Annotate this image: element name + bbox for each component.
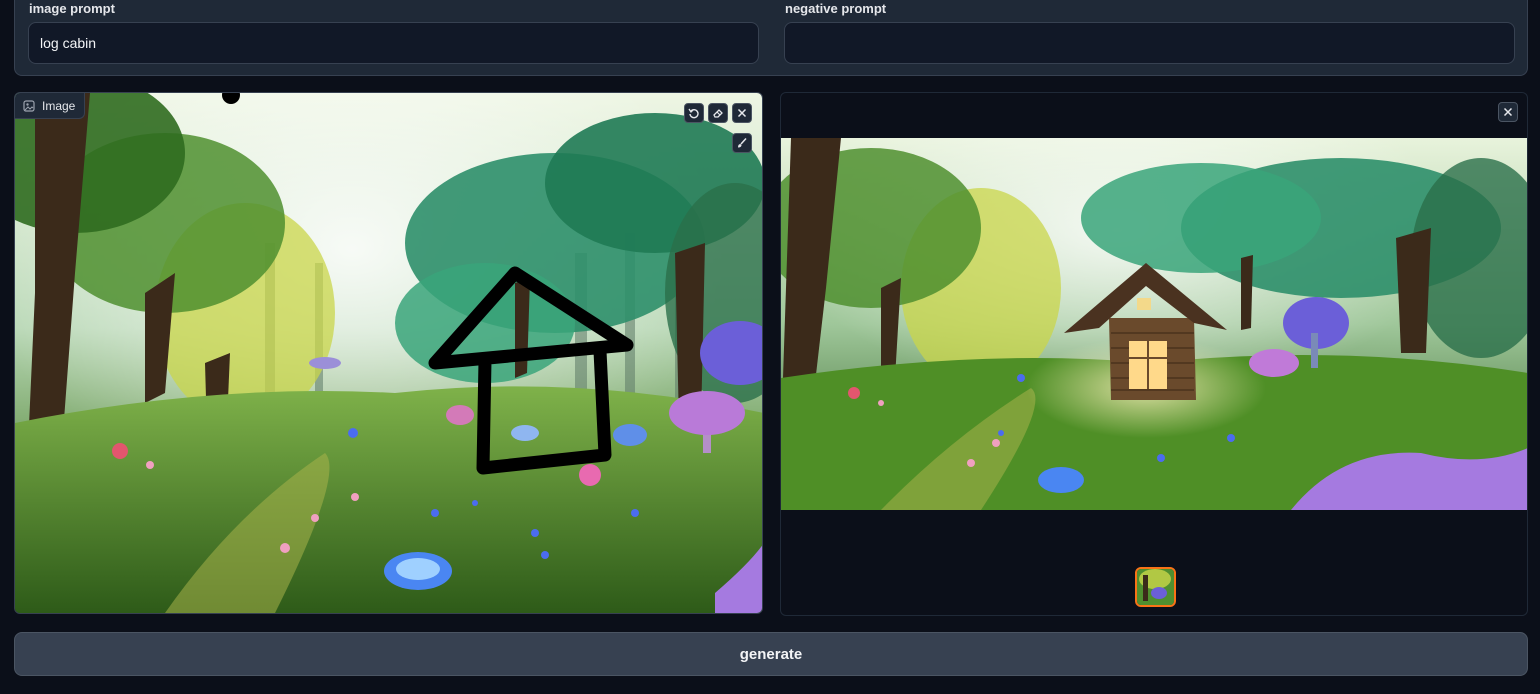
generated-image[interactable] <box>781 138 1528 510</box>
clear-image-button[interactable] <box>732 103 752 123</box>
image-label-text: Image <box>42 98 76 113</box>
undo-icon <box>688 108 699 119</box>
image-icon <box>23 99 35 112</box>
close-icon <box>1503 107 1513 117</box>
negative-prompt-label: negative prompt <box>785 1 887 16</box>
output-gallery-panel <box>780 92 1528 616</box>
generate-button[interactable]: generate <box>14 632 1528 676</box>
input-image-panel: Image <box>14 92 763 614</box>
brush-icon <box>738 137 747 148</box>
eraser-button[interactable] <box>708 103 728 123</box>
undo-button[interactable] <box>684 103 704 123</box>
close-gallery-button[interactable] <box>1498 102 1518 122</box>
image-prompt-label: image prompt <box>29 1 115 16</box>
thumbnail-image <box>1137 569 1174 605</box>
prompt-panel: image prompt negative prompt <box>14 0 1528 76</box>
gallery-thumbnail[interactable] <box>1135 567 1176 607</box>
brush-button[interactable] <box>732 133 752 153</box>
negative-prompt-field[interactable] <box>784 22 1515 64</box>
forest-sketch-canvas[interactable] <box>15 93 763 614</box>
close-icon <box>737 108 747 118</box>
eraser-icon <box>713 109 723 118</box>
image-label-badge: Image <box>15 93 86 119</box>
image-prompt-field[interactable] <box>28 22 759 64</box>
